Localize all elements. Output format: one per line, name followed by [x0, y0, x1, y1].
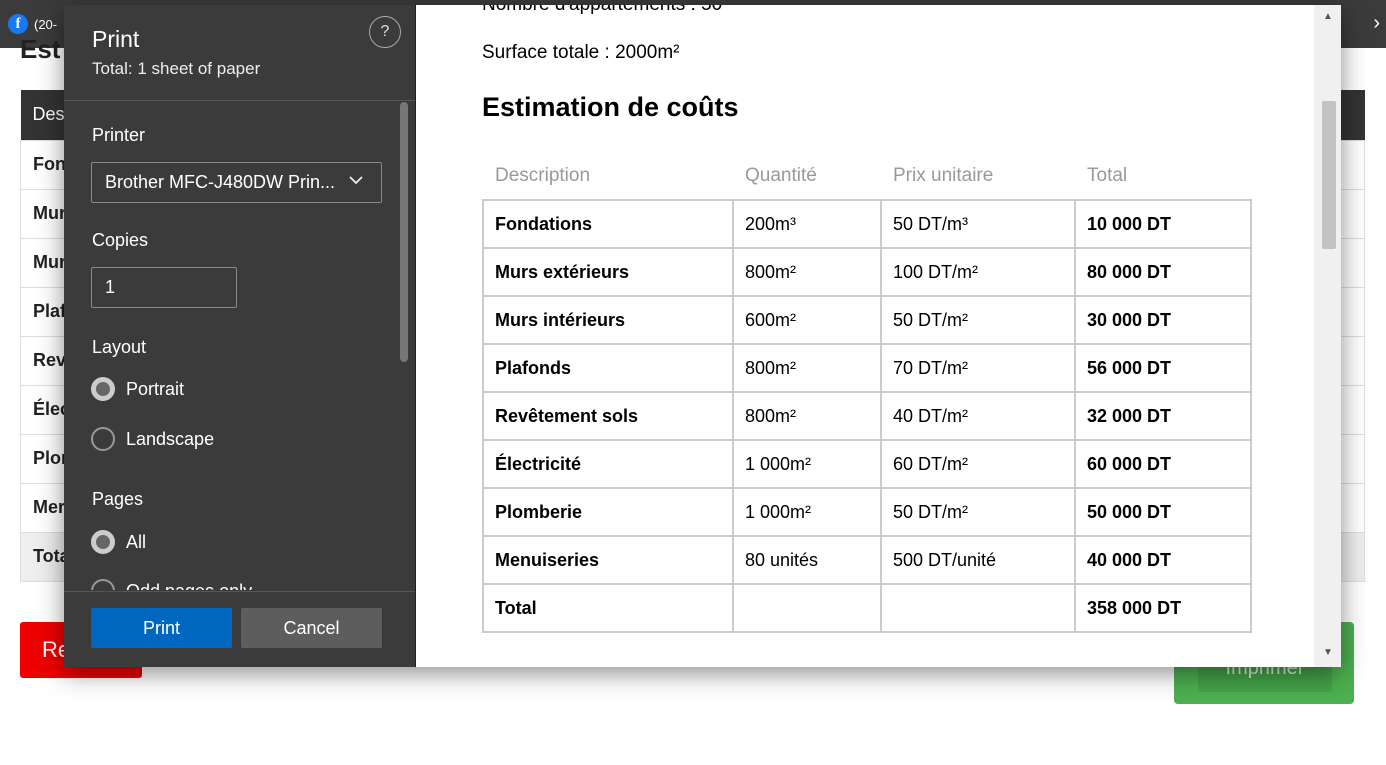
table-row: Total 358 000 DT	[482, 583, 1252, 633]
chevron-right-icon[interactable]: ›	[1373, 12, 1380, 35]
table-row: Plomberie 1 000m² 50 DT/m² 50 000 DT	[482, 487, 1252, 537]
table-cell: 1 000m²	[732, 487, 882, 537]
table-row: Plafonds 800m² 70 DT/m² 56 000 DT	[482, 343, 1252, 393]
table-row: Fondations 200m³ 50 DT/m³ 10 000 DT	[482, 199, 1252, 249]
table-cell: 30 000 DT	[1074, 295, 1252, 345]
table-cell: Revêtement sols	[482, 391, 734, 441]
background-heading: Est	[20, 34, 61, 64]
facebook-icon: f	[8, 14, 28, 34]
preview-scrollbar[interactable]: ▲ ▼	[1314, 5, 1341, 667]
pages-odd-label: Odd pages only	[126, 581, 252, 591]
table-row: Électricité 1 000m² 60 DT/m² 60 000 DT	[482, 439, 1252, 489]
table-row: Murs extérieurs 800m² 100 DT/m² 80 000 DT	[482, 247, 1252, 297]
radio-unselected-icon	[91, 427, 115, 451]
cancel-button[interactable]: Cancel	[241, 608, 382, 648]
table-cell: 80 000 DT	[1074, 247, 1252, 297]
table-cell: 40 DT/m²	[880, 391, 1076, 441]
table-cell: 50 DT/m²	[880, 295, 1076, 345]
print-preview: Nombre d'appartements : 50 Surface total…	[415, 5, 1341, 667]
cost-table: Description Quantité Prix unitaire Total…	[482, 153, 1252, 633]
pages-label: Pages	[92, 489, 144, 509]
cost-estimate-title: Estimation de coûts	[482, 92, 739, 122]
layout-landscape-label: Landscape	[126, 428, 215, 449]
browser-tab-label: (20-	[34, 16, 58, 32]
table-cell: 50 DT/m³	[880, 199, 1076, 249]
print-settings-panel: Print Total: 1 sheet of paper ? Printer …	[64, 5, 415, 667]
column-header: Description	[495, 165, 591, 186]
print-dialog-footer: Print Cancel	[64, 591, 415, 667]
copies-label: Copies	[92, 230, 149, 250]
scrollbar-thumb[interactable]	[1322, 101, 1336, 249]
pages-odd-option[interactable]: Odd pages only	[91, 579, 252, 590]
pages-all-option[interactable]: All	[91, 530, 146, 554]
table-cell: Plomberie	[482, 487, 734, 537]
help-icon[interactable]: ?	[369, 16, 401, 48]
print-dialog-header: Print Total: 1 sheet of paper ?	[64, 5, 415, 101]
table-cell: Plafonds	[482, 343, 734, 393]
table-cell: 80 unités	[732, 535, 882, 585]
table-row: Menuiseries 80 unités 500 DT/unité 40 000 D…	[482, 535, 1252, 585]
layout-portrait-label: Portrait	[126, 378, 185, 399]
table-cell	[732, 583, 882, 633]
scroll-up-icon[interactable]: ▲	[1323, 11, 1333, 22]
layout-portrait-option[interactable]: Portrait	[91, 377, 184, 401]
table-cell: Électricité	[482, 439, 734, 489]
table-cell: 50 DT/m²	[880, 487, 1076, 537]
copies-input[interactable]: 1	[91, 267, 237, 308]
table-row: Revêtement sols 800m² 40 DT/m² 32 000 DT	[482, 391, 1252, 441]
apartment-count: Nombre d'appartements : 50	[482, 5, 722, 16]
table-cell: 100 DT/m²	[880, 247, 1076, 297]
layout-landscape-option[interactable]: Landscape	[91, 427, 214, 451]
table-cell: Total	[482, 583, 734, 633]
column-header: Prix unitaire	[893, 165, 994, 186]
table-cell: 60 DT/m²	[880, 439, 1076, 489]
radio-selected-icon	[91, 530, 115, 554]
table-cell: 800m²	[732, 391, 882, 441]
settings-scroll-area: Printer Brother MFC-J480DW Prin... Copie…	[64, 102, 415, 590]
table-cell: 60 000 DT	[1074, 439, 1252, 489]
print-button[interactable]: Print	[91, 608, 232, 648]
table-cell: Menuiseries	[482, 535, 734, 585]
radio-selected-icon	[91, 377, 115, 401]
table-cell: 1 000m²	[732, 439, 882, 489]
table-cell: 40 000 DT	[1074, 535, 1252, 585]
table-cell: 600m²	[732, 295, 882, 345]
printer-select-value: Brother MFC-J480DW Prin...	[105, 172, 336, 192]
column-header: Total	[1087, 165, 1128, 186]
printer-label: Printer	[92, 125, 146, 145]
printer-select[interactable]: Brother MFC-J480DW Prin...	[91, 162, 382, 203]
preview-page: Nombre d'appartements : 50 Surface total…	[416, 5, 1314, 667]
total-surface: Surface totale : 2000m²	[482, 42, 680, 63]
table-cell: 56 000 DT	[1074, 343, 1252, 393]
table-cell: 800m²	[732, 247, 882, 297]
sheet-count: Total: 1 sheet of paper	[92, 59, 261, 78]
print-dialog: Print Total: 1 sheet of paper ? Printer …	[64, 5, 1341, 667]
scroll-down-icon[interactable]: ▼	[1323, 647, 1333, 658]
table-cell: 358 000 DT	[1074, 583, 1252, 633]
pages-all-label: All	[126, 531, 147, 552]
table-cell: 32 000 DT	[1074, 391, 1252, 441]
column-header: Quantité	[745, 165, 817, 186]
settings-scrollbar[interactable]	[400, 102, 408, 362]
table-cell: 500 DT/unité	[880, 535, 1076, 585]
table-cell: Fondations	[482, 199, 734, 249]
table-cell: Murs extérieurs	[482, 247, 734, 297]
radio-unselected-icon	[91, 579, 115, 590]
print-dialog-title: Print	[92, 26, 140, 52]
table-cell: 10 000 DT	[1074, 199, 1252, 249]
table-cell: 70 DT/m²	[880, 343, 1076, 393]
table-cell	[880, 583, 1076, 633]
table-cell: 50 000 DT	[1074, 487, 1252, 537]
chevron-down-icon	[347, 171, 365, 194]
layout-label: Layout	[92, 337, 147, 357]
table-cell: Murs intérieurs	[482, 295, 734, 345]
table-cell: 200m³	[732, 199, 882, 249]
table-row: Murs intérieurs 600m² 50 DT/m² 30 000 DT	[482, 295, 1252, 345]
table-cell: 800m²	[732, 343, 882, 393]
